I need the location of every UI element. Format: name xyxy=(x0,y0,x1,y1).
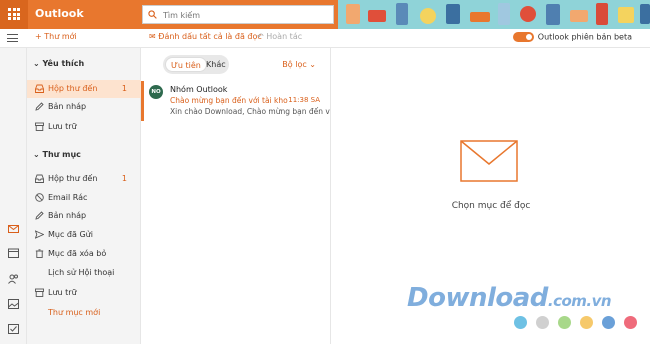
folder-inbox[interactable]: Hộp thư đến 1 xyxy=(27,170,141,188)
chevron-down-icon: ⌄ xyxy=(33,59,43,68)
filter-label: Bộ lọc xyxy=(282,60,307,69)
pencil-icon xyxy=(35,211,44,220)
decor-dot xyxy=(514,316,527,329)
inbox-pivot: Ưu tiên Khác xyxy=(163,55,229,74)
people-icon[interactable] xyxy=(8,274,19,284)
message-subject: Chào mừng bạn đến với tài kho... xyxy=(170,96,288,105)
message-sender: Nhóm Outlook xyxy=(170,85,228,94)
archive-icon xyxy=(35,122,44,131)
search-icon xyxy=(148,10,157,19)
avatar: NO xyxy=(149,85,163,99)
folder-label: Email Rác xyxy=(48,193,88,202)
empty-state-text: Chọn mục để đọc xyxy=(451,201,531,211)
mail-icon[interactable] xyxy=(8,224,19,234)
new-folder-link[interactable]: Thư mục mới xyxy=(48,308,100,317)
folder-label: Hộp thư đến xyxy=(48,84,98,93)
folder-conversation-history[interactable]: Lịch sử Hội thoại xyxy=(27,264,141,282)
app-launcher-button[interactable] xyxy=(0,0,28,29)
undo-button[interactable]: ↶ Hoàn tác xyxy=(257,32,302,41)
trash-icon xyxy=(35,249,44,258)
theme-banner xyxy=(338,0,650,29)
beta-toggle[interactable]: Outlook phiên bản beta xyxy=(512,32,632,42)
decor-dot xyxy=(624,316,637,329)
folder-pane: ⌄ Yêu thích Hộp thư đến 1 Bản nháp Lưu t… xyxy=(27,48,141,344)
command-bar: + Thư mới ✉ Đánh dấu tất cả là đã đọc ↶ … xyxy=(0,29,650,48)
decor-dot xyxy=(536,316,549,329)
watermark-domain: .com.vn xyxy=(547,292,612,310)
filter-button[interactable]: Bộ lọc ⌄ xyxy=(282,60,316,69)
folder-label: Mục đã Gửi xyxy=(48,230,93,239)
favorites-header-label: Yêu thích xyxy=(42,59,85,68)
new-mail-button[interactable]: + Thư mới xyxy=(35,32,77,41)
hamburger-menu-icon[interactable] xyxy=(7,34,18,42)
toggle-switch[interactable] xyxy=(512,32,534,42)
send-icon xyxy=(35,230,44,239)
message-time: 11:38 SA xyxy=(288,96,320,104)
app-rail xyxy=(0,48,27,344)
folder-favorite-inbox[interactable]: Hộp thư đến 1 xyxy=(27,80,141,98)
beta-toggle-label: Outlook phiên bản beta xyxy=(537,32,632,42)
decor-dot xyxy=(602,316,615,329)
message-list: Ưu tiên Khác Bộ lọc ⌄ NO Nhóm Outlook Ch… xyxy=(141,48,331,344)
envelope-open-icon: ✉ xyxy=(149,32,159,41)
tasks-icon[interactable] xyxy=(8,324,19,334)
watermark-text: Download xyxy=(407,283,548,313)
inbox-icon xyxy=(35,174,44,183)
folder-favorite-drafts[interactable]: Bản nháp xyxy=(27,98,141,116)
folders-header-label: Thư mục xyxy=(42,150,81,159)
archive-icon xyxy=(35,288,44,297)
calendar-icon[interactable] xyxy=(8,248,19,258)
decor-dot xyxy=(558,316,571,329)
top-bar: Outlook xyxy=(0,0,650,29)
watermark: Download.com.vn xyxy=(407,283,612,313)
folder-label: Lưu trữ xyxy=(48,288,77,297)
decor-dot xyxy=(580,316,593,329)
folder-sent[interactable]: Mục đã Gửi xyxy=(27,226,141,244)
folder-label: Lưu trữ xyxy=(48,122,77,131)
decor-dots xyxy=(514,316,644,330)
junk-icon xyxy=(35,193,44,202)
unread-count: 1 xyxy=(121,84,127,93)
message-item[interactable]: NO Nhóm Outlook Chào mừng bạn đến với tà… xyxy=(141,81,330,121)
pencil-icon xyxy=(35,102,44,111)
folders-header[interactable]: ⌄ Thư mục xyxy=(33,150,81,159)
undo-label: Hoàn tác xyxy=(266,32,303,41)
folder-label: Bản nháp xyxy=(48,211,87,220)
reading-pane: Chọn mục để đọc Download.com.vn xyxy=(332,48,650,344)
inbox-icon xyxy=(35,84,44,93)
envelope-icon xyxy=(460,140,518,182)
folder-deleted[interactable]: Mục đã xóa bỏ xyxy=(27,245,141,263)
folder-label: Hộp thư đến xyxy=(48,174,98,183)
app-brand[interactable]: Outlook xyxy=(35,7,84,20)
waffle-icon xyxy=(8,8,20,20)
mark-all-read-label: Đánh dấu tất cả là đã đọc xyxy=(158,32,262,41)
photos-icon[interactable] xyxy=(8,299,19,309)
folder-label: Lịch sử Hội thoại xyxy=(48,268,115,277)
chevron-down-icon: ⌄ xyxy=(33,150,43,159)
search-box[interactable] xyxy=(142,5,334,24)
mark-all-read-button[interactable]: ✉ Đánh dấu tất cả là đã đọc xyxy=(149,32,262,41)
tab-other[interactable]: Khác xyxy=(201,57,231,72)
folder-archive[interactable]: Lưu trữ xyxy=(27,284,141,302)
search-input[interactable] xyxy=(163,8,328,22)
undo-icon: ↶ xyxy=(257,32,267,41)
unread-count: 1 xyxy=(121,174,127,183)
folder-favorite-archive[interactable]: Lưu trữ xyxy=(27,118,141,136)
favorites-header[interactable]: ⌄ Yêu thích xyxy=(33,59,84,68)
folder-drafts[interactable]: Bản nháp xyxy=(27,207,141,225)
message-preview: Xin chào Download, Chào mừng bạn đến với… xyxy=(170,107,330,116)
folder-junk[interactable]: Email Rác xyxy=(27,189,141,207)
chevron-down-icon: ⌄ xyxy=(306,60,316,69)
folder-label: Mục đã xóa bỏ xyxy=(48,249,107,258)
folder-label: Bản nháp xyxy=(48,102,87,111)
